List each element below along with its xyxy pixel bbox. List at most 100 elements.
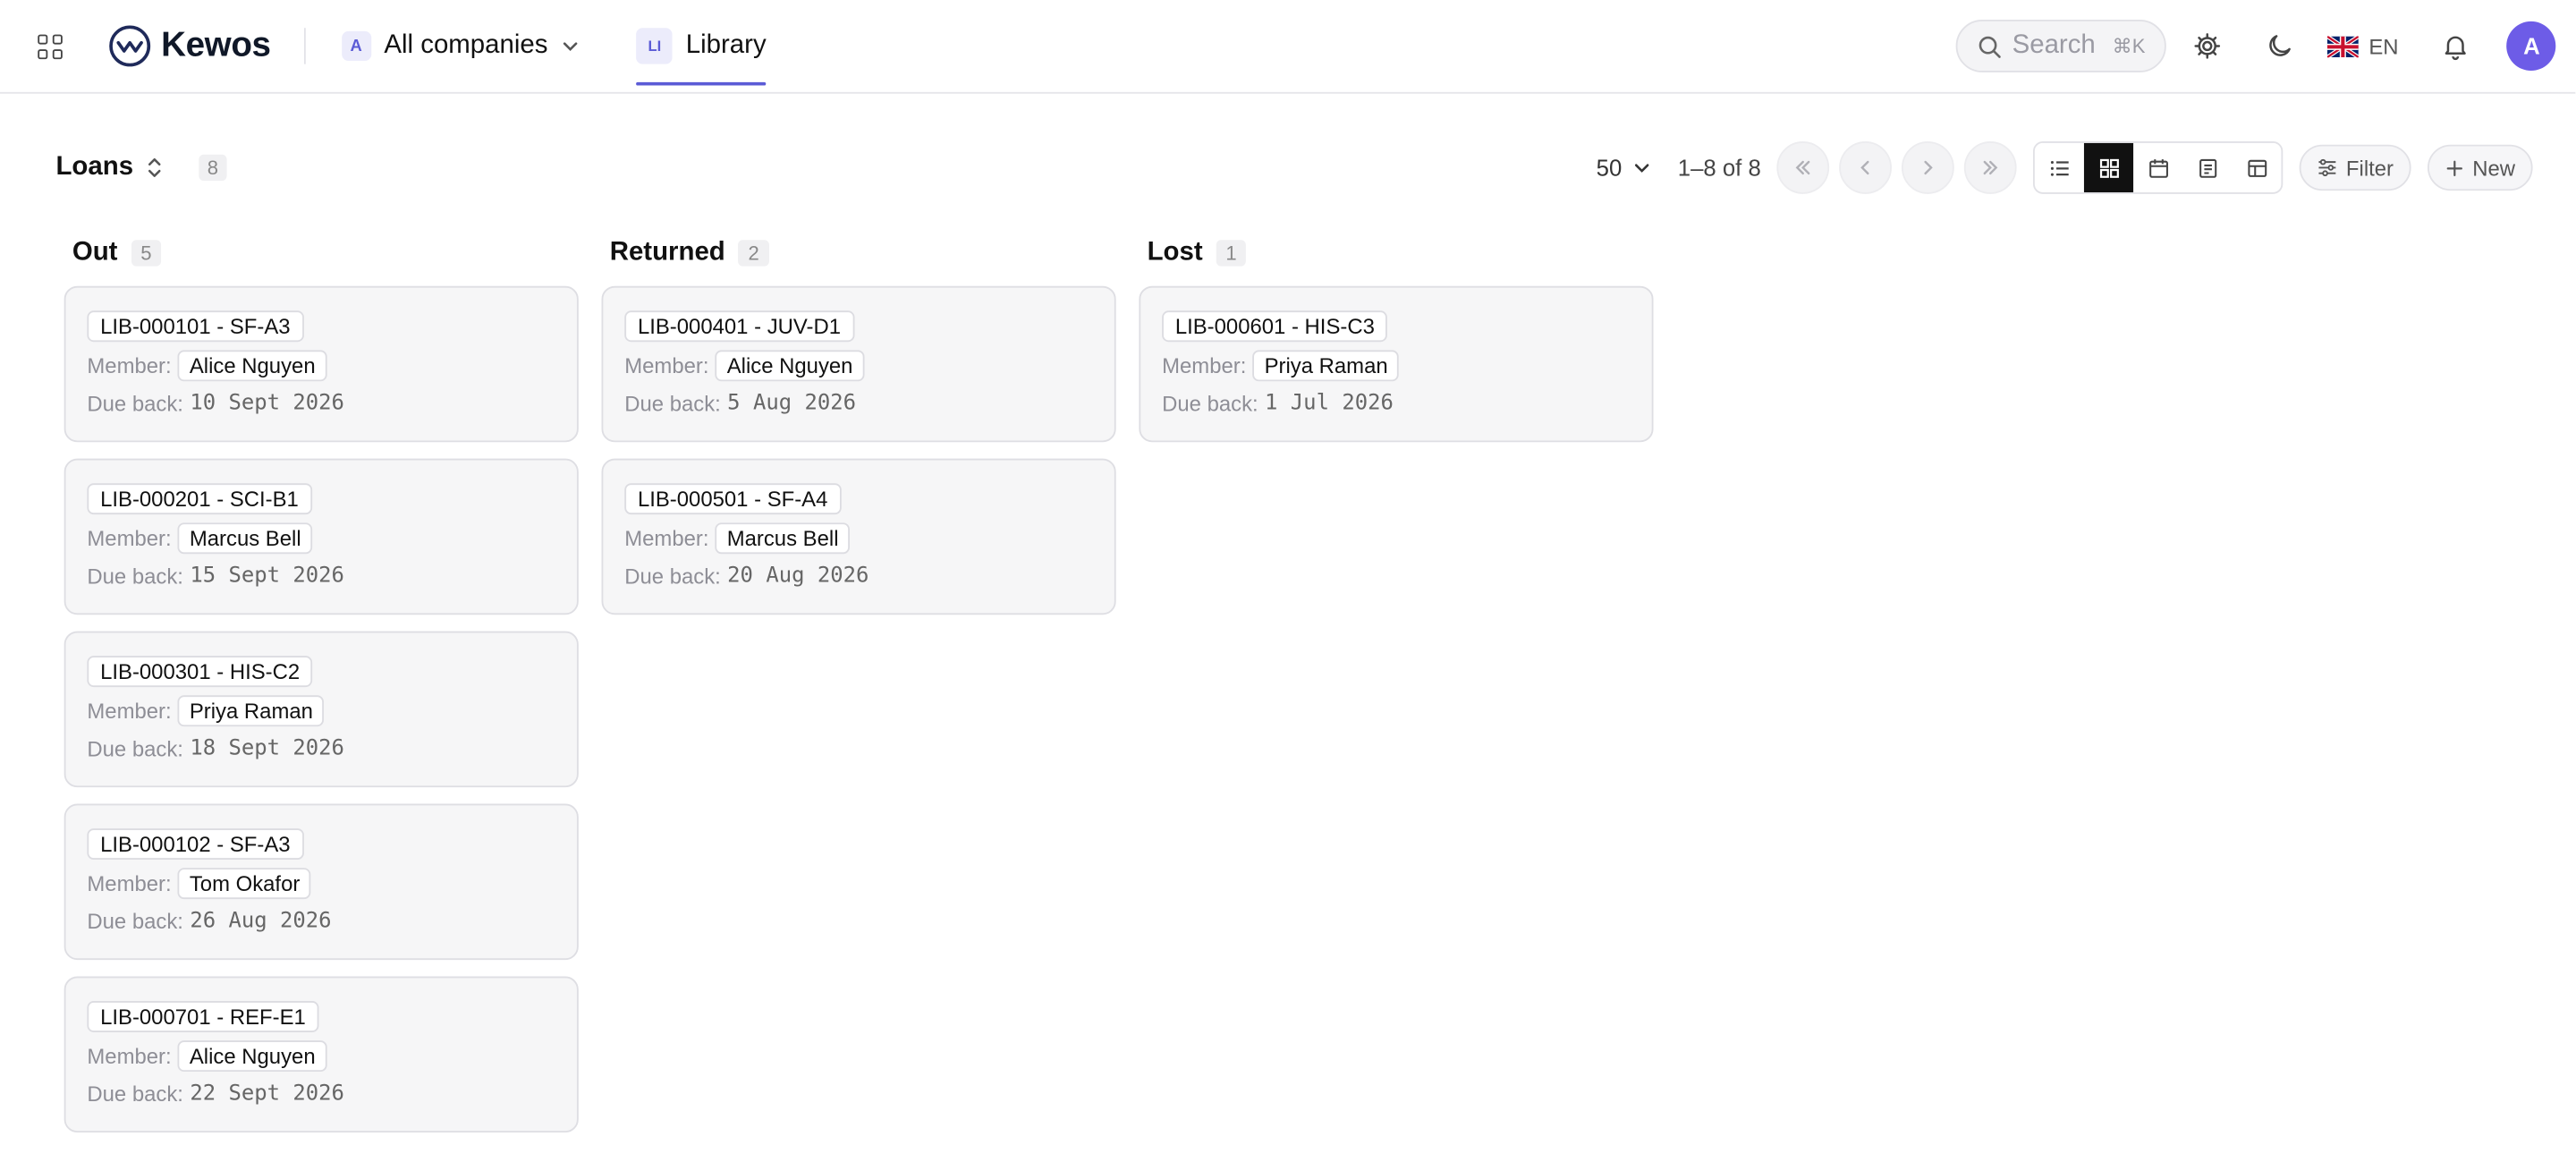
column-title: Lost — [1147, 238, 1203, 267]
due-date: 20 Aug 2026 — [727, 564, 869, 589]
member-chip: Alice Nguyen — [177, 350, 327, 382]
app-logo[interactable]: Kewos — [108, 25, 271, 68]
loan-card[interactable]: LIB-000201 - SCI-B1 Member: Marcus Bell D… — [64, 458, 579, 615]
app-frame: Kewos A All companies LI Library Search … — [0, 0, 2576, 1162]
column-header: Lost 1 — [1139, 232, 1653, 275]
due-label: Due back: — [624, 564, 721, 589]
list-icon — [2050, 160, 2069, 175]
toolbar-right: 50 1–8 of 8 Filter New — [1597, 141, 2534, 194]
column-lost: Lost 1 LIB-000601 - HIS-C3 Member: Priya … — [1139, 232, 1654, 1149]
kanban-board: Out 5 LIB-000101 - SF-A3 Member: Alice Ng… — [64, 232, 1654, 1149]
tab-library[interactable]: LI Library — [636, 0, 767, 92]
language-switcher[interactable]: EN — [2327, 34, 2399, 58]
filter-button[interactable]: Filter — [2300, 144, 2412, 191]
column-count: 2 — [738, 240, 769, 267]
table-icon — [2248, 158, 2267, 176]
view-calendar-button[interactable] — [2134, 143, 2183, 192]
view-document-button[interactable] — [2183, 143, 2233, 192]
chevron-right-icon — [1925, 160, 1934, 175]
loan-card[interactable]: LIB-000101 - SF-A3 Member: Alice Nguyen D… — [64, 285, 579, 443]
double-chevron-right-icon — [1984, 160, 1999, 175]
member-chip: Priya Raman — [1252, 350, 1400, 382]
member-label: Member: — [624, 353, 709, 378]
member-label: Member: — [624, 526, 709, 551]
apps-grid-icon[interactable] — [33, 30, 66, 63]
prev-page-button[interactable] — [1839, 141, 1893, 194]
due-date: 22 Sept 2026 — [190, 1081, 344, 1107]
kewos-logo-icon — [109, 25, 151, 67]
due-label: Due back: — [87, 736, 183, 761]
member-chip: Alice Nguyen — [715, 350, 865, 382]
loan-card[interactable]: LIB-000601 - HIS-C3 Member: Priya Raman D… — [1139, 285, 1654, 443]
member-label: Member: — [87, 1043, 172, 1069]
next-page-button[interactable] — [1902, 141, 1955, 194]
plus-icon — [2447, 159, 2463, 176]
member-label: Member: — [87, 698, 172, 724]
due-date: 10 Sept 2026 — [190, 391, 344, 416]
per-page-select[interactable]: 50 — [1597, 155, 1652, 181]
due-date: 5 Aug 2026 — [727, 391, 857, 416]
avatar[interactable]: A — [2506, 21, 2556, 72]
view-table-button[interactable] — [2233, 143, 2282, 192]
company-switcher[interactable]: A All companies — [341, 30, 581, 61]
double-chevron-left-icon — [1796, 160, 1811, 175]
loan-card[interactable]: LIB-000701 - REF-E1 Member: Alice Nguyen … — [64, 976, 579, 1133]
chevron-left-icon — [1861, 160, 1870, 175]
column-count: 5 — [131, 240, 162, 267]
member-label: Member: — [87, 526, 172, 551]
view-list-button[interactable] — [2036, 143, 2085, 192]
bell-icon[interactable] — [2431, 21, 2480, 71]
column-title: Returned — [609, 238, 725, 267]
settings-gear-icon[interactable] — [2183, 21, 2233, 71]
new-button[interactable]: New — [2428, 144, 2534, 191]
search-input[interactable]: Search ⌘K — [1956, 20, 2167, 72]
loan-id: LIB-000601 - HIS-C3 — [1162, 310, 1388, 343]
due-date: 1 Jul 2026 — [1265, 391, 1394, 416]
last-page-button[interactable] — [1964, 141, 2018, 194]
column-header: Returned 2 — [602, 232, 1116, 275]
loan-card[interactable]: LIB-000401 - JUV-D1 Member: Alice Nguyen … — [601, 285, 1116, 443]
search-placeholder: Search — [2012, 30, 2096, 60]
pagination-range: 1–8 of 8 — [1677, 154, 1761, 182]
due-label: Due back: — [1162, 391, 1258, 416]
sliders-icon — [2319, 158, 2337, 177]
column-header: Out 5 — [64, 232, 579, 275]
due-label: Due back: — [87, 564, 183, 589]
loan-id: LIB-000201 - SCI-B1 — [87, 483, 312, 515]
member-label: Member: — [1162, 353, 1247, 378]
chevron-down-icon — [564, 42, 578, 51]
loan-id: LIB-000701 - REF-E1 — [87, 1001, 319, 1032]
moon-theme-icon[interactable] — [2256, 21, 2305, 71]
view-board-button[interactable] — [2084, 142, 2134, 192]
due-date: 18 Sept 2026 — [190, 736, 344, 761]
loan-card[interactable]: LIB-000102 - SF-A3 Member: Tom Okafor Due… — [64, 803, 579, 961]
column-returned: Returned 2 LIB-000401 - JUV-D1 Member: Al… — [601, 232, 1116, 1149]
sort-updown-icon — [148, 157, 161, 177]
member-chip: Tom Okafor — [177, 868, 312, 900]
column-out: Out 5 LIB-000101 - SF-A3 Member: Alice Ng… — [64, 232, 579, 1149]
loan-card[interactable]: LIB-000301 - HIS-C2 Member: Priya Raman D… — [64, 631, 579, 788]
collection-toolbar: Loans 8 50 1–8 of 8 Filter New — [0, 141, 2576, 194]
tab-library-label: Library — [685, 30, 767, 60]
collection-title: Loans — [55, 152, 134, 182]
member-chip: Marcus Bell — [715, 522, 851, 555]
due-label: Due back: — [87, 909, 183, 934]
company-badge: A — [341, 30, 371, 61]
loan-id: LIB-000102 - SF-A3 — [87, 828, 304, 861]
top-bar: Kewos A All companies LI Library Search … — [0, 0, 2576, 94]
member-label: Member: — [87, 870, 172, 896]
per-page-value: 50 — [1596, 154, 1623, 182]
search-shortcut: ⌘K — [2112, 34, 2146, 58]
library-badge: LI — [636, 28, 674, 64]
due-label: Due back: — [87, 391, 183, 416]
uk-flag-icon — [2327, 35, 2360, 57]
pagination-controls — [1777, 141, 2018, 194]
record-count-badge: 8 — [199, 154, 227, 182]
new-label: New — [2472, 155, 2516, 181]
calendar-icon — [2149, 158, 2168, 177]
company-label: All companies — [384, 30, 548, 60]
collection-switcher[interactable]: Loans 8 — [55, 141, 227, 194]
loan-card[interactable]: LIB-000501 - SF-A4 Member: Marcus Bell Du… — [601, 458, 1116, 615]
member-chip: Priya Raman — [177, 695, 325, 727]
first-page-button[interactable] — [1777, 141, 1830, 194]
